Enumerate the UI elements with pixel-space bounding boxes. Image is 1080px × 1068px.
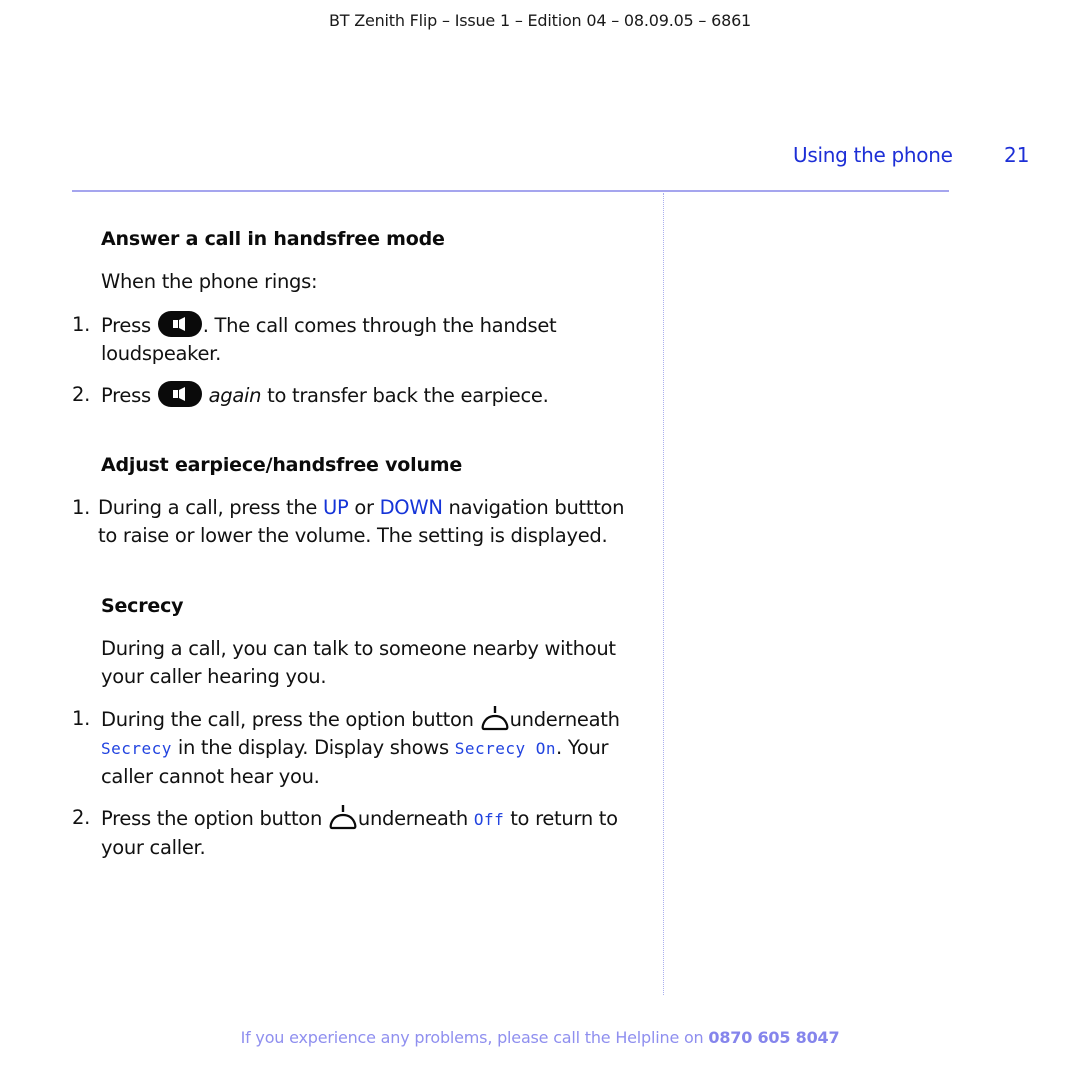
handsfree-intro: When the phone rings: [101, 270, 318, 293]
step-text: Press the option button [101, 807, 328, 830]
step-body: During a call, press the UP or DOWN navi… [98, 494, 642, 550]
step-text: underneath [509, 708, 620, 731]
document-meta-line: BT Zenith Flip – Issue 1 – Edition 04 – … [328, 11, 752, 30]
section-heading-secrecy: Secrecy [101, 595, 184, 617]
up-key-label: UP [322, 496, 349, 519]
secrecy-intro: During a call, you can talk to someone n… [101, 635, 641, 691]
step-text: or [348, 496, 380, 519]
display-text-secrecy-on: Secrecy On [454, 739, 557, 758]
step-text: . The call comes through the handset [202, 314, 557, 337]
step-body: During the call, press the option button… [101, 705, 642, 791]
handsfree-step-2: 2. Press again to transfer back the earp… [72, 381, 642, 410]
step-text: Press [101, 314, 157, 337]
option-button-icon [480, 705, 510, 731]
speaker-button-icon [157, 381, 202, 407]
step-text: navigation buttton [442, 496, 625, 519]
header-rule [72, 190, 949, 192]
footer-text: If you experience any problems, please c… [240, 1028, 709, 1047]
step-number: 2. [72, 806, 91, 829]
step-number: 1. [72, 707, 91, 730]
step-body: Press . The call comes through the hands… [101, 311, 642, 368]
step-number: 1. [72, 313, 91, 336]
section-heading-volume: Adjust earpiece/handsfree volume [101, 454, 463, 476]
option-button-icon [328, 804, 358, 830]
display-text-secrecy: Secrecy [101, 739, 172, 758]
display-text-off: Off [473, 810, 505, 829]
intro-line: your caller hearing you. [101, 665, 327, 688]
step-body: Press again to transfer back the earpiec… [101, 381, 642, 410]
step-text: . Your [556, 736, 609, 759]
step-text: underneath [357, 807, 474, 830]
helpline-footer: If you experience any problems, please c… [0, 1028, 1080, 1047]
running-head: Using the phone [793, 143, 953, 167]
step-text: to raise or lower the volume. The settin… [98, 524, 608, 547]
volume-step-1: 1. During a call, press the UP or DOWN n… [72, 494, 642, 550]
speaker-button-icon [157, 311, 202, 337]
step-text: During the call, press the option button [101, 708, 480, 731]
secrecy-step-1: 1. During the call, press the option but… [72, 705, 642, 791]
down-key-label: DOWN [379, 496, 443, 519]
step-body: Press the option button underneath Off t… [101, 804, 642, 862]
step-emphasis: again [208, 384, 262, 407]
column-divider [663, 193, 664, 995]
page-number: 21 [1004, 143, 1030, 167]
step-text: in the display. Display shows [171, 736, 455, 759]
step-text: to return to [504, 807, 618, 830]
step-number: 1. [72, 496, 91, 519]
step-text: to transfer back the earpiece. [261, 384, 549, 407]
step-text: your caller. [101, 836, 206, 859]
step-text: loudspeaker. [101, 342, 221, 365]
step-text: Press [101, 384, 157, 407]
secrecy-step-2: 2. Press the option button underneath Of… [72, 804, 642, 862]
handsfree-step-1: 1. Press . The call comes through the ha… [72, 311, 642, 368]
step-text: During a call, press the [98, 496, 323, 519]
helpline-phone-number: 0870 605 8047 [708, 1028, 840, 1047]
intro-line: During a call, you can talk to someone n… [101, 637, 616, 660]
step-number: 2. [72, 383, 91, 406]
step-text: caller cannot hear you. [101, 765, 320, 788]
section-heading-handsfree: Answer a call in handsfree mode [101, 228, 445, 250]
